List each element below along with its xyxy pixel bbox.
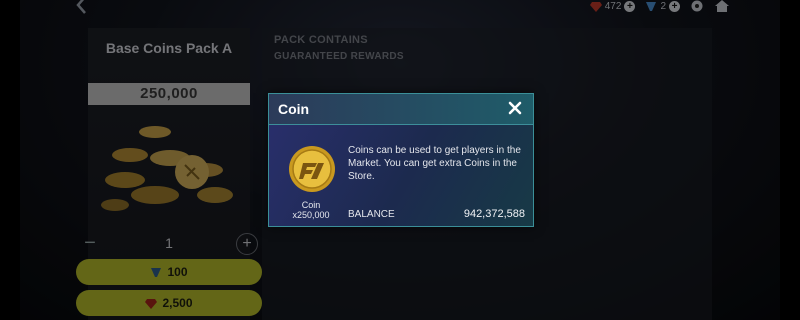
pack-contains-heading: PACK CONTAINS [274,34,368,46]
currency-bar: 472 + 2 + [589,0,730,14]
gem-icon [589,1,602,12]
home-icon[interactable] [714,0,730,13]
settings-icon[interactable] [690,0,704,13]
points-price: 100 [167,265,188,279]
gems-price: 2,500 [162,296,193,310]
points-icon [151,267,162,277]
letterbox-right [780,0,800,320]
coin-item-name: Coin [301,200,321,210]
guaranteed-rewards-heading: GUARANTEED REWARDS [274,51,404,62]
letterbox-left [0,0,20,320]
pack-amount: 250,000 [88,83,250,105]
quantity-stepper: − 1 + [76,231,262,255]
back-button[interactable] [70,0,94,16]
quantity-value: 1 [165,235,173,251]
coin-icon [289,146,335,192]
points-balance: 2 [660,0,666,12]
chevron-left-icon [76,0,86,14]
close-icon[interactable] [506,99,524,117]
coin-item-quantity: x250,000 [292,210,330,220]
points-currency: 2 + [645,0,680,12]
gem-icon [145,298,158,309]
balance-value: 942,372,588 [463,208,525,220]
buy-with-gems-button[interactable]: 2,500 [76,290,262,316]
increase-quantity-button[interactable]: + [236,233,258,255]
add-points-button[interactable]: + [669,0,680,12]
balance-label: BALANCE [348,209,395,220]
points-icon [646,1,657,11]
buy-with-points-button[interactable]: 100 [76,259,262,285]
coin-pile-image [101,126,233,211]
store-screen: 472 + 2 + PACK CONTAINS GUARANTEED REWAR… [0,0,800,320]
coin-info-dialog: Coin Coin x250,000 Coins can be used to … [268,93,534,227]
add-gems-button[interactable]: + [624,0,636,12]
dialog-title: Coin [278,101,310,117]
dialog-header: Coin [269,94,533,125]
coin-description: Coins can be used to get players in the … [348,145,521,182]
pack-title: Base Coins Pack A [105,40,233,56]
gem-balance: 472 [604,0,622,12]
gem-currency: 472 + [589,0,636,12]
